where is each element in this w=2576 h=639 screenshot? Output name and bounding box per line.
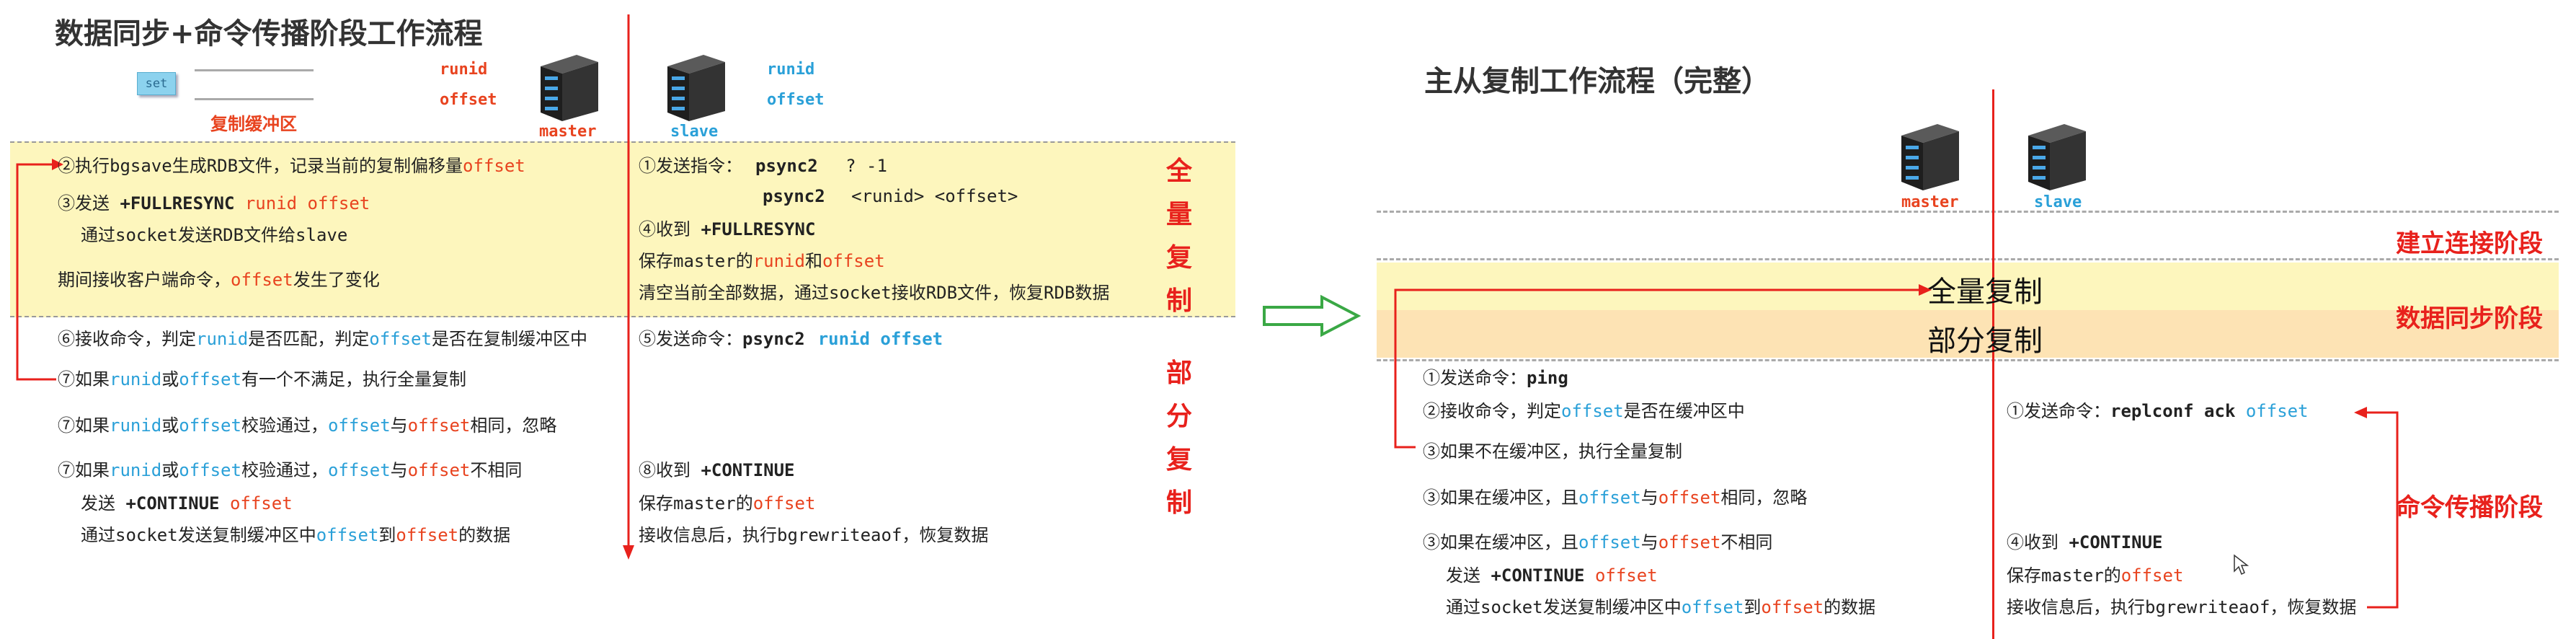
left-slave-rewrite: 接收信息后，执行bgrewriteaof，恢复数据: [639, 525, 989, 545]
right-panel: 主从复制工作流程（完整） master slave 建立连接阶段 数据同步阶段 …: [1372, 0, 2576, 639]
right-master-step-3c: ③如果在缓冲区，且offset与offset不相同: [1423, 532, 1773, 552]
stage-connect-label: 建立连接阶段: [2396, 229, 2543, 258]
left-slave-save-offset: 保存master的offset: [639, 493, 816, 514]
right-master-step-2: ②接收命令，判定offset是否在缓冲区中: [1423, 401, 1745, 421]
right-slave-save-offset: 保存master的offset: [2007, 565, 2184, 586]
left-panel: 数据同步+命令传播阶段工作流程 set 复制缓冲区 runid offset m…: [0, 0, 1240, 639]
phase-full-copy: 全量复制: [1165, 157, 1192, 316]
right-master-label: master: [1901, 193, 1959, 211]
stage-sep-2: [1377, 258, 2559, 260]
fullsync-feedback-arrow: [16, 159, 63, 381]
right-master-step-1: ①发送命令：ping: [1423, 368, 1568, 388]
master-label: master: [539, 123, 597, 141]
right-slave-rewrite: 接收信息后，执行bgrewriteaof，恢复数据: [2007, 597, 2357, 617]
left-slave-step-1: ①发送指令： psync2 ? -1: [639, 156, 887, 176]
right-master-step-3a: ③如果不在缓冲区，执行全量复制: [1423, 441, 1682, 462]
slave-runid-label: runid: [767, 61, 815, 79]
left-master-continue: 发送 +CONTINUE offset: [81, 493, 293, 514]
left-slave-step-5: ⑤发送命令：psync2 runid offset: [639, 329, 943, 349]
left-title: 数据同步+命令传播阶段工作流程: [55, 17, 483, 50]
right-divider-line: [1992, 89, 1994, 639]
left-master-step-6: ⑥接收命令，判定runid是否匹配，判定offset是否在复制缓冲区中: [58, 329, 587, 349]
transition-arrow-icon: [1263, 294, 1362, 338]
left-slave-step-4: ④收到 +FULLRESYNC: [639, 219, 816, 239]
left-master-note: 期间接收客户端命令，offset发生了变化: [58, 270, 380, 290]
right-master-server-icon: [1901, 124, 1959, 190]
buffer-label: 复制缓冲区: [210, 114, 297, 134]
master-offset-label: offset: [440, 91, 497, 109]
propagate-loop-arrow: [2354, 407, 2399, 609]
master-runid-label: runid: [440, 61, 488, 79]
left-slave-step-8: ⑧收到 +CONTINUE: [639, 460, 795, 480]
slave-label: slave: [670, 123, 719, 141]
left-master-step-3b: 通过socket发送RDB文件给slave: [81, 225, 348, 245]
right-slave-server-icon: [2028, 124, 2086, 190]
right-master-send-buffer: 通过socket发送复制缓冲区中offset到offset的数据: [1446, 597, 1876, 617]
stage-propagate-label: 命令传播阶段: [2396, 493, 2543, 522]
set-box: set: [137, 72, 176, 95]
master-server-icon: [541, 55, 598, 121]
slave-offset-label: offset: [767, 91, 825, 109]
set-label: set: [145, 76, 168, 91]
left-divider-arrow: [623, 14, 634, 560]
left-slave-step-1b: psync2 <runid> <offset>: [763, 186, 1018, 206]
buffer-line-top: [195, 69, 314, 71]
left-master-send-buffer: 通过socket发送复制缓冲区中offset到offset的数据: [81, 525, 511, 545]
right-title: 主从复制工作流程（完整）: [1424, 65, 1770, 98]
left-master-step-7b: ⑦如果runid或offset校验通过，offset与offset相同，忽略: [58, 415, 557, 436]
stage-sep-1: [1377, 211, 2559, 213]
slave-server-icon: [667, 55, 725, 121]
right-master-step-3b: ③如果在缓冲区，且offset与offset相同，忽略: [1423, 488, 1808, 508]
stage-sync-label: 数据同步阶段: [2396, 304, 2543, 333]
mouse-cursor-icon: [2234, 554, 2249, 576]
left-master-step-3: ③发送 +FULLRESYNC runid offset: [58, 193, 370, 213]
left-slave-save-runid: 保存master的runid和offset: [639, 251, 885, 271]
left-slave-clear: 清空当前全部数据，通过socket接收RDB文件，恢复RDB数据: [639, 283, 1110, 303]
right-slave-step-1: ①发送命令：replconf ack offset: [2007, 401, 2309, 421]
right-master-continue: 发送 +CONTINUE offset: [1446, 565, 1658, 586]
left-master-step-2: ②执行bgsave生成RDB文件，记录当前的复制偏移量offset: [58, 156, 525, 176]
partial-copy-label: 部分复制: [1927, 325, 2043, 358]
left-master-step-7c: ⑦如果runid或offset校验通过，offset与offset不相同: [58, 460, 523, 480]
right-slave-step-4: ④收到 +CONTINUE: [2007, 532, 2163, 552]
left-master-step-7a: ⑦如果runid或offset有一个不满足，执行全量复制: [58, 369, 466, 389]
phase-partial-copy: 部分复制: [1165, 358, 1192, 518]
right-slave-label: slave: [2034, 193, 2082, 211]
full-copy-label: 全量复制: [1927, 276, 2043, 309]
buffer-line-bottom: [195, 98, 314, 100]
